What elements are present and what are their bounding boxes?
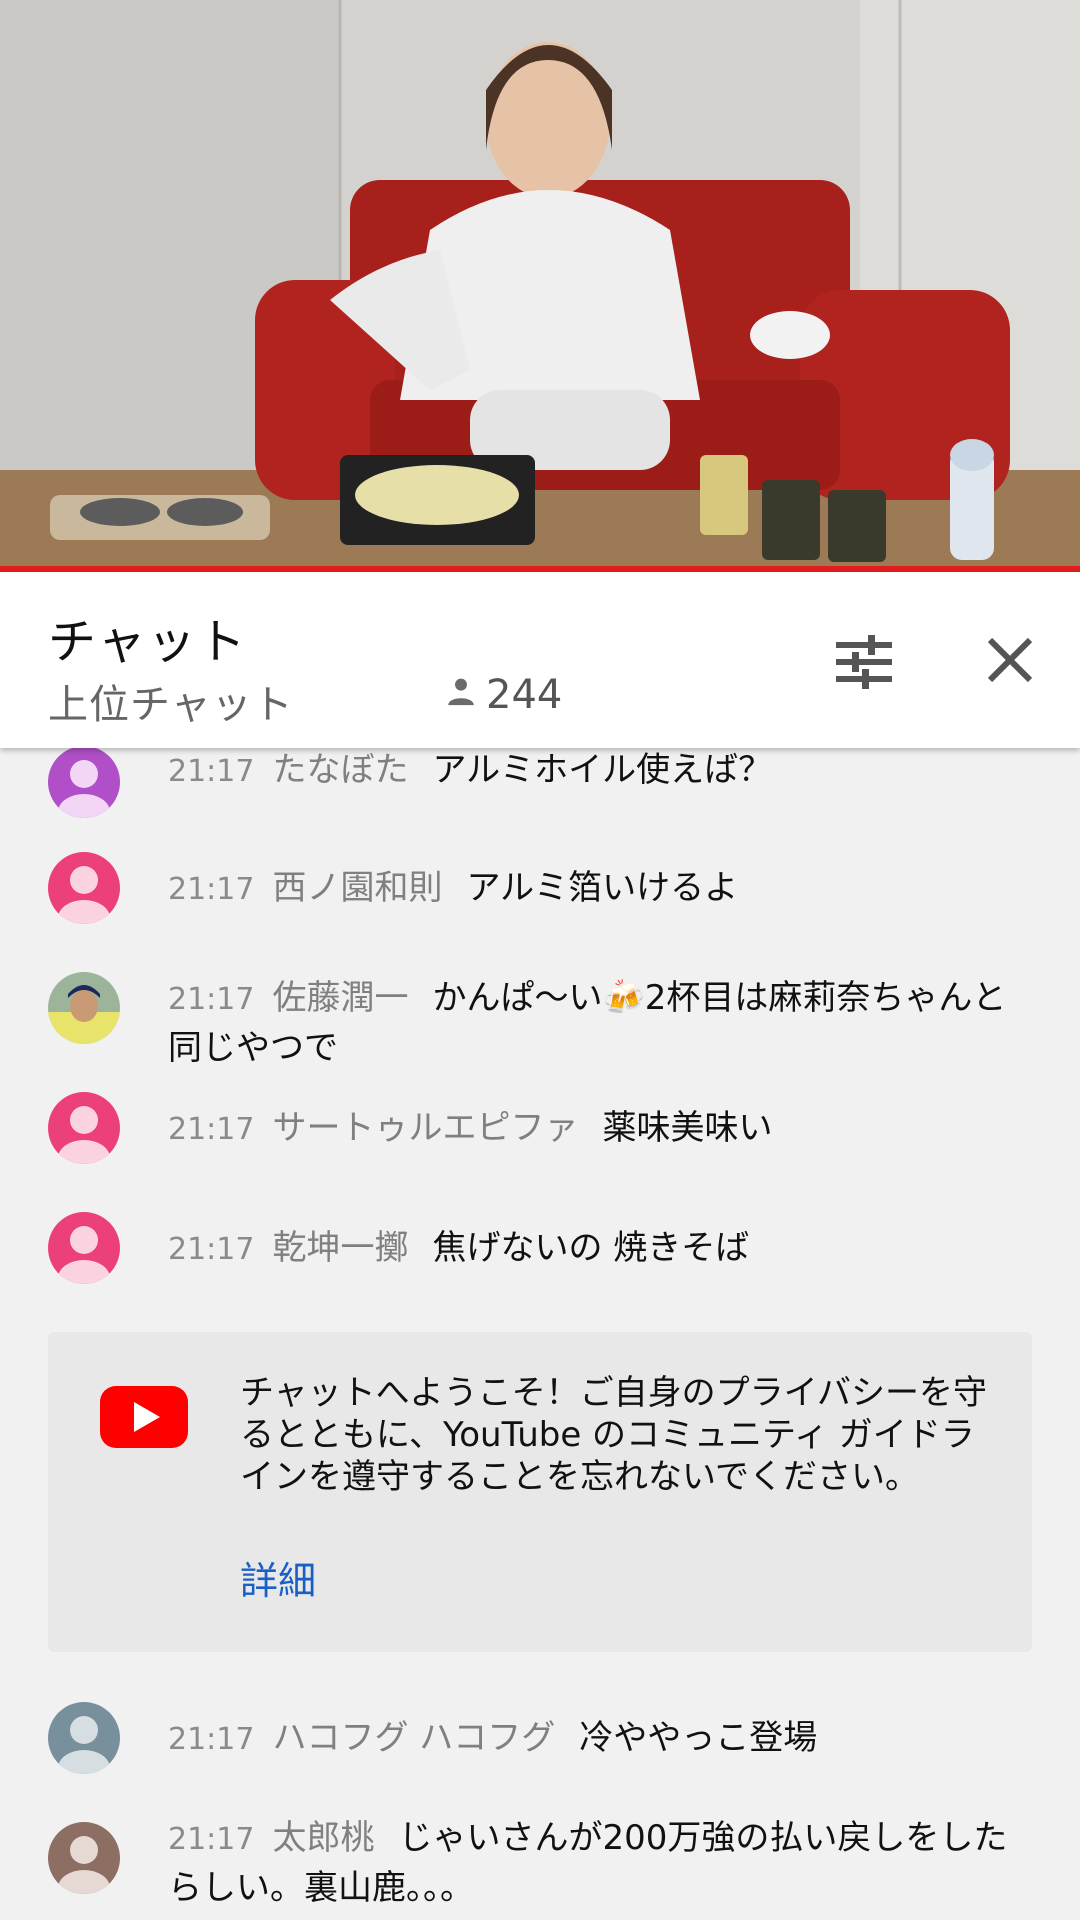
avatar[interactable]: [48, 852, 120, 924]
person-icon: [444, 672, 478, 718]
message-author[interactable]: 西ノ園和則: [272, 868, 442, 908]
message-text: アルミホイル使えば？: [432, 750, 773, 790]
welcome-banner: チャットへようこそ！ご自身のプライバシーを守るとともに、YouTube のコミュ…: [48, 1332, 1032, 1652]
welcome-message: チャットへようこそ！ご自身のプライバシーを守るとともに、YouTube のコミュ…: [240, 1373, 987, 1497]
chat-mode-selector[interactable]: 上位チャット: [48, 672, 294, 730]
message-author[interactable]: ハコフグ ハコフグ: [272, 1718, 555, 1758]
viewer-count-value: 244: [486, 672, 563, 718]
details-link[interactable]: 詳細: [240, 1550, 316, 1605]
chat-header: チャット 上位チャット 244: [0, 572, 1080, 748]
message-time: 21:17: [168, 872, 255, 907]
message-body: 21:17 ハコフグ ハコフグ 冷ややっこ登場: [168, 1714, 1028, 1764]
close-button[interactable]: [982, 632, 1038, 688]
message-time: 21:17: [168, 754, 255, 789]
viewer-count: 244: [444, 672, 562, 718]
message-author[interactable]: 太郎桃: [272, 1818, 374, 1858]
chat-title: チャット: [48, 614, 248, 670]
filter-button[interactable]: [832, 632, 896, 692]
message-body: 21:17 乾坤一擲 焦げないの 焼きそば: [168, 1224, 1028, 1274]
message-time: 21:17: [168, 1822, 255, 1857]
message-text: 冷ややっこ登場: [579, 1718, 818, 1758]
message-text: 焦げないの 焼きそば: [432, 1228, 750, 1268]
video-frame: [0, 0, 1080, 566]
youtube-logo-icon: [100, 1386, 188, 1448]
avatar[interactable]: [48, 1822, 120, 1894]
avatar[interactable]: [48, 1702, 120, 1774]
message-body: 21:17 たなぼた アルミホイル使えば？: [168, 748, 1028, 796]
message-body: 21:17 サートゥルエピファ 薬味美味い: [168, 1104, 1028, 1154]
message-body: 21:17 太郎桃 じゃいさんが200万強の払い戻しをしたらしい。裏山鹿。。。: [168, 1814, 1028, 1912]
message-body: 21:17 佐藤潤一 かんぱ〜い🍻2杯目は麻莉奈ちゃんと同じやつで: [168, 974, 1028, 1072]
message-author[interactable]: サートゥルエピファ: [272, 1108, 578, 1148]
message-time: 21:17: [168, 1722, 255, 1757]
message-time: 21:17: [168, 982, 255, 1017]
message-body: 21:17 西ノ園和則 アルミ箔いけるよ: [168, 864, 1028, 914]
avatar[interactable]: [48, 972, 120, 1044]
message-time: 21:17: [168, 1112, 255, 1147]
message-text: アルミ箔いけるよ: [466, 868, 739, 908]
message-author[interactable]: 乾坤一擲: [272, 1228, 408, 1268]
message-time: 21:17: [168, 1232, 255, 1267]
avatar[interactable]: [48, 748, 120, 818]
avatar[interactable]: [48, 1212, 120, 1284]
message-author[interactable]: 佐藤潤一: [272, 978, 408, 1018]
message-text: 薬味美味い: [602, 1108, 773, 1148]
close-icon: [982, 637, 1038, 692]
avatar[interactable]: [48, 1092, 120, 1164]
video-player[interactable]: [0, 0, 1080, 566]
tune-icon: [832, 635, 896, 696]
message-author[interactable]: たなぼた: [272, 750, 408, 790]
